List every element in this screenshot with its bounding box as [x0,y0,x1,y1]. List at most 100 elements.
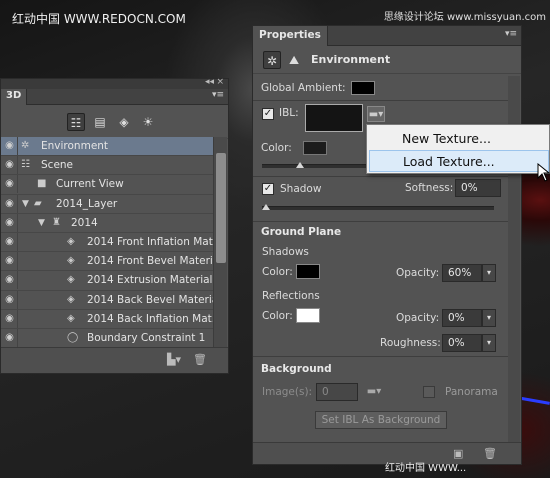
global-ambient-label: Global Ambient: [261,82,346,94]
tab-3d[interactable]: 3D [1,89,28,105]
visibility-eye-icon[interactable]: ◉ [2,328,18,347]
close-icon[interactable]: × [216,77,224,87]
panel-menu-icon[interactable]: ▾≡ [505,29,517,39]
material-icon: ◈ [67,274,75,286]
tab-properties[interactable]: Properties [253,26,328,46]
scene-row-material[interactable]: ◉ ◈ 2014 Front Bevel Material [1,252,214,272]
scene-scrollbar[interactable] [213,137,227,350]
scene-row-material[interactable]: ◉ ◈ 2014 Back Bevel Material [1,290,214,310]
reflections-opacity-label: Opacity: [396,312,440,324]
row-label: 2014 Back Bevel Material [87,293,214,306]
menu-item-new-texture[interactable]: New Texture... [369,128,549,150]
row-label: Boundary Constraint 1 [87,331,206,344]
material-icon: ◈ [67,255,75,267]
ibl-checkbox[interactable]: ✓ [262,108,274,120]
folder-icon: ▰ [34,197,42,209]
ibl-color-swatch[interactable] [303,141,327,155]
ibl-texture-menu: New Texture... Load Texture... [366,124,550,174]
menu-item-load-texture[interactable]: Load Texture... [369,150,549,172]
scene-row-material[interactable]: ◉ ◈ 2014 Front Inflation Mat... [1,232,214,253]
ground-plane-heading: Ground Plane [261,226,342,238]
shadow-checkbox[interactable]: ✓ [262,183,274,195]
mesh-icon: ♜ [52,216,61,228]
row-label: Current View [56,178,124,191]
panorama-checkbox[interactable] [423,386,435,398]
visibility-eye-icon[interactable]: ◉ [2,252,18,271]
properties-panel: Properties ▾≡ ✲ ⛰ Environment Global Amb… [252,25,522,465]
visibility-eye-icon[interactable]: ◉ [2,194,18,213]
chevron-down-icon[interactable]: ▾ [482,309,496,327]
material-icon: ◈ [67,312,75,324]
trash-icon[interactable]: 🗑 [193,353,207,366]
ibl-label: IBL: [279,107,299,119]
scene-row-scene[interactable]: ◉ ☷ Scene [1,156,214,176]
disclosure-triangle-icon[interactable]: ▼ [22,195,29,213]
chevron-down-icon[interactable]: ▾ [482,334,496,352]
scene-mode-icon[interactable]: ⛰ [285,51,303,69]
images-label: Image(s): [262,386,313,398]
folder-icon[interactable]: ▬▾ [365,384,383,400]
properties-header: ✲ ⛰ Environment [253,46,521,74]
scene-row-2014-layer[interactable]: ◉ ▼ ▰ 2014_Layer [1,194,214,214]
scene-row-environment[interactable]: ◉ ✲ Environment [1,137,214,157]
scene-row-current-view[interactable]: ◉ ■ Current View [1,175,214,195]
shadows-color-swatch[interactable] [296,264,320,279]
3d-tab-row: 3D ▾≡ [1,89,228,105]
meshes-filter-icon[interactable]: ▤ [91,113,109,131]
ibl-texture-menu-icon[interactable]: ▬▾ [367,106,385,122]
row-label: Environment [41,140,109,152]
visibility-eye-icon[interactable]: ◉ [2,156,18,175]
divider [253,100,508,101]
panel-menu-icon[interactable]: ▾≡ [212,90,224,100]
reflections-heading: Reflections [262,290,320,302]
images-field[interactable]: 0 [316,383,358,401]
scrollbar-thumb[interactable] [216,153,226,263]
scene-row-material[interactable]: ◉ ◈ 2014 Back Inflation Mat... [1,309,214,329]
3d-panel-footer: ▙▾ 🗑 [1,347,228,373]
softness-field[interactable]: 0% [455,179,501,197]
trash-icon[interactable]: 🗑 [483,447,497,460]
chevron-down-icon[interactable]: ▾ [482,264,496,282]
materials-filter-icon[interactable]: ◈ [115,113,133,131]
set-ibl-as-background-button[interactable]: Set IBL As Background [315,411,447,429]
shadow-label: Shadow [280,183,322,195]
divider [253,176,508,177]
visibility-eye-icon[interactable]: ◉ [2,137,18,155]
row-label: 2014 Front Bevel Material [87,255,214,268]
reflections-color-label: Color: [262,310,293,322]
visibility-eye-icon[interactable]: ◉ [2,213,18,232]
visibility-eye-icon[interactable]: ◉ [2,290,18,309]
new-object-icon[interactable]: ▙▾ [167,353,181,366]
watermark-bottom: 红动中国 WWW... [385,463,467,474]
visibility-eye-icon[interactable]: ◉ [2,309,18,328]
scene-row-2014[interactable]: ◉ ▼ ♜ 2014 [1,213,214,233]
reflections-opacity-field[interactable]: 0% [442,309,482,327]
shadows-opacity-field[interactable]: 60% [442,264,482,282]
disclosure-triangle-icon[interactable]: ▼ [38,214,45,232]
global-ambient-swatch[interactable] [351,81,375,95]
row-label: Scene [41,159,74,172]
scene-row-constraint[interactable]: ◉ ◯ Boundary Constraint 1 [1,328,214,349]
environment-icon: ✲ [21,140,30,151]
scene-row-material[interactable]: ◉ ◈ 2014 Extrusion Material [1,271,214,291]
slider-knob[interactable] [296,162,304,168]
shadows-heading: Shadows [262,246,309,258]
scene-tree: ◉ ✲ Environment ◉ ☷ Scene ◉ ■ Current Vi… [1,137,214,349]
roughness-field[interactable]: 0% [442,334,482,352]
visibility-eye-icon[interactable]: ◉ [2,175,18,194]
reflections-color-swatch[interactable] [296,308,320,323]
ibl-texture-swatch[interactable] [305,104,363,132]
environment-icon[interactable]: ✲ [263,51,281,69]
visibility-eye-icon[interactable]: ◉ [2,271,18,290]
softness-slider[interactable] [262,206,494,210]
3d-panel: ◂◂ × 3D ▾≡ ☷ ▤ ◈ ☀ ◉ ✲ Environment ◉ ☷ S… [0,77,229,374]
whole-scene-filter-icon[interactable]: ☷ [67,113,85,131]
divider [253,356,508,357]
slider-knob[interactable] [262,204,270,210]
lights-filter-icon[interactable]: ☀ [139,113,157,131]
row-label: 2014 Back Inflation Mat... [87,312,214,325]
collapse-icon[interactable]: ◂◂ [205,77,214,87]
softness-label: Softness: [405,182,454,194]
visibility-eye-icon[interactable]: ◉ [2,232,18,251]
ibl-intensity-slider[interactable] [262,164,372,168]
